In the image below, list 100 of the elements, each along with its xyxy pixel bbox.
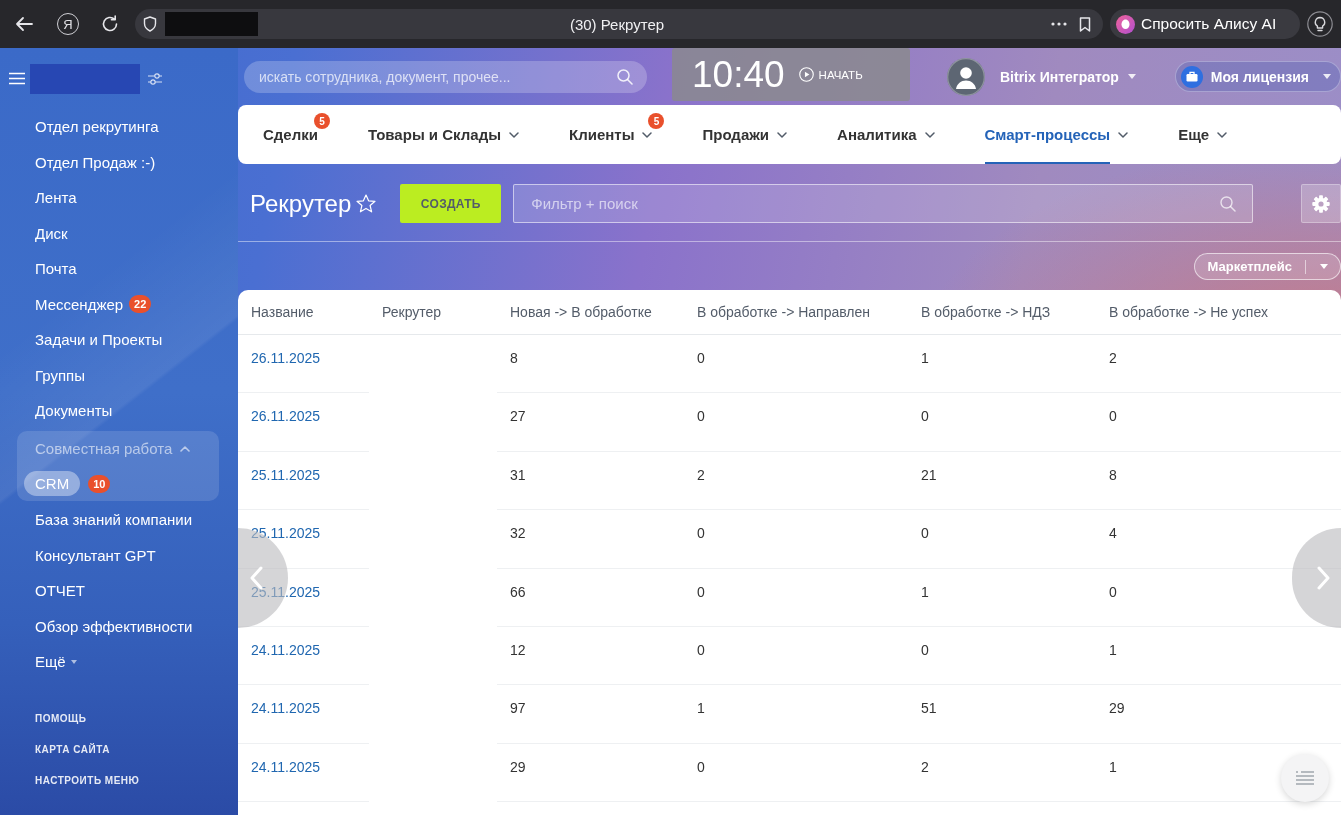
count-badge: 22 <box>129 295 152 314</box>
avatar-icon[interactable] <box>947 57 985 96</box>
table-cell: 2 <box>908 743 1096 803</box>
table-cell: 8 <box>1096 451 1341 511</box>
table-cell: 1 <box>1096 626 1341 686</box>
sidebar-item[interactable]: Отдел рекрутинга <box>24 114 159 140</box>
sidebar-item[interactable]: Почта <box>24 256 77 282</box>
column-header[interactable]: Новая -> В обработке <box>497 290 684 335</box>
table-cell: 0 <box>908 626 1096 686</box>
table-cell: 1 <box>684 685 908 744</box>
count-badge: 5 <box>313 113 330 129</box>
table-cell: 31 <box>497 451 684 511</box>
table-cell: 0 <box>684 568 908 627</box>
column-header[interactable]: Рекрутер <box>369 290 497 335</box>
sidebar-item[interactable]: ОТЧЕТ <box>24 578 85 604</box>
reload-icon[interactable] <box>101 15 119 33</box>
caret-down-icon <box>70 659 77 664</box>
table-cell: 29 <box>1096 685 1341 744</box>
user-menu-button[interactable]: Bitrix Интегратор <box>1000 68 1136 85</box>
footer-link[interactable]: НАСТРОИТЬ МЕНЮ <box>35 774 140 786</box>
sidebar-item[interactable]: Консультант GPT <box>24 542 156 568</box>
page-heading: Рекрутер <box>250 189 352 218</box>
table-cell: 0 <box>684 393 908 452</box>
footer-link[interactable]: КАРТА САЙТА <box>35 743 110 755</box>
column-header[interactable]: В обработке -> Не успех <box>1096 290 1341 335</box>
table-cell: 12 <box>497 626 684 686</box>
table-cell: 2 <box>684 451 908 511</box>
table-cell: 66 <box>497 568 684 627</box>
table-cell: 0 <box>908 393 1096 452</box>
table-cell: 0 <box>684 626 908 686</box>
caret-down-icon <box>1320 264 1328 269</box>
table-cell: 0 <box>684 335 908 394</box>
address-bar[interactable]: (30) Рекрутер <box>135 9 1103 39</box>
back-arrow-icon[interactable] <box>15 16 33 32</box>
footer-link[interactable]: ПОМОЩЬ <box>35 712 87 724</box>
table-cell: 0 <box>1096 393 1341 452</box>
play-icon <box>798 67 814 82</box>
table-cell: 29 <box>497 743 684 803</box>
date-link[interactable]: 26.11.2025 <box>251 350 321 366</box>
column-header[interactable]: Название <box>238 290 369 335</box>
table-cell: 8 <box>497 335 684 394</box>
sidebar-item[interactable]: Группы <box>24 362 85 388</box>
filter-search-field[interactable]: Фильтр + поиск <box>513 184 1254 223</box>
table-cell: 21 <box>908 451 1096 511</box>
sidebar-item[interactable]: Задачи и Проекты <box>24 327 163 353</box>
date-link[interactable]: 26.11.2025 <box>251 408 321 425</box>
table-cell: 0 <box>1096 568 1341 627</box>
date-link[interactable]: 25.11.2025 <box>251 466 321 483</box>
date-link[interactable]: 24.11.2025 <box>251 758 321 775</box>
table-cell: 2 <box>1096 335 1341 394</box>
license-button[interactable]: Моя лицензия <box>1174 61 1341 92</box>
date-link[interactable]: 24.11.2025 <box>251 700 321 717</box>
sidebar-item[interactable]: Лента <box>24 185 77 211</box>
list-icon <box>1296 771 1314 785</box>
sidebar-item[interactable]: Отдел Продаж :-) <box>24 149 156 175</box>
lightbulb-icon[interactable] <box>1307 11 1333 37</box>
settings-icon <box>1312 194 1330 213</box>
table-cell: 97 <box>497 685 684 744</box>
nav-tab[interactable]: Аналитика <box>837 105 935 164</box>
table-cell: 1 <box>908 335 1096 394</box>
date-link[interactable]: 25.11.2025 <box>251 525 321 542</box>
assistant-icon <box>1116 14 1135 34</box>
sidebar-item[interactable]: Документы <box>24 398 113 424</box>
start-button[interactable]: НАЧАТЬ <box>798 67 863 82</box>
count-badge: 10 <box>88 474 111 493</box>
sidebar-item[interactable]: Мессенджер <box>24 291 124 317</box>
sidebar-item[interactable]: Ещё <box>24 649 77 675</box>
assistant-button[interactable]: Спросить Алису AI <box>1110 9 1300 39</box>
menu-icon[interactable] <box>9 72 25 85</box>
sidebar-item[interactable]: Обзор эффективности <box>24 613 193 639</box>
table-cell: 27 <box>497 393 684 452</box>
table-cell: 51 <box>908 685 1096 744</box>
table-cell: 0 <box>908 510 1096 569</box>
nav-tab[interactable]: Продажи <box>702 105 788 164</box>
more-icon[interactable] <box>1051 22 1067 26</box>
caret-down-icon <box>1323 74 1331 79</box>
create-button[interactable]: СОЗДАТЬ <box>400 184 502 223</box>
count-badge: 5 <box>648 113 665 129</box>
sliders-icon[interactable] <box>148 72 162 85</box>
shield-icon[interactable] <box>143 16 157 32</box>
sidebar-item[interactable]: Диск <box>24 220 68 246</box>
table-cell: 1 <box>908 568 1096 627</box>
bookmark-icon[interactable] <box>1079 16 1091 32</box>
table-cell: 0 <box>684 510 908 569</box>
table-cell: 32 <box>497 510 684 569</box>
nav-tab[interactable]: Товары и Склады <box>367 105 519 164</box>
clock-time: 10:40 <box>692 53 785 96</box>
chevron-right-icon <box>1317 566 1330 590</box>
caret-down-icon <box>1127 74 1136 79</box>
page-title: (30) Рекрутер <box>569 15 665 33</box>
column-header[interactable]: В обработке -> НДЗ <box>908 290 1096 335</box>
table-cell: 4 <box>1096 510 1341 569</box>
star-icon[interactable] <box>356 194 377 213</box>
sidebar-item[interactable]: База знаний компании <box>24 507 192 533</box>
date-link[interactable]: 24.11.2025 <box>251 641 321 658</box>
briefcase-icon <box>1180 65 1203 88</box>
table-cell: 0 <box>684 743 908 803</box>
column-header[interactable]: В обработке -> Направлен <box>684 290 908 335</box>
nav-tab[interactable]: Еще <box>1178 105 1228 164</box>
nav-tab[interactable]: Смарт-процессы <box>984 105 1129 164</box>
